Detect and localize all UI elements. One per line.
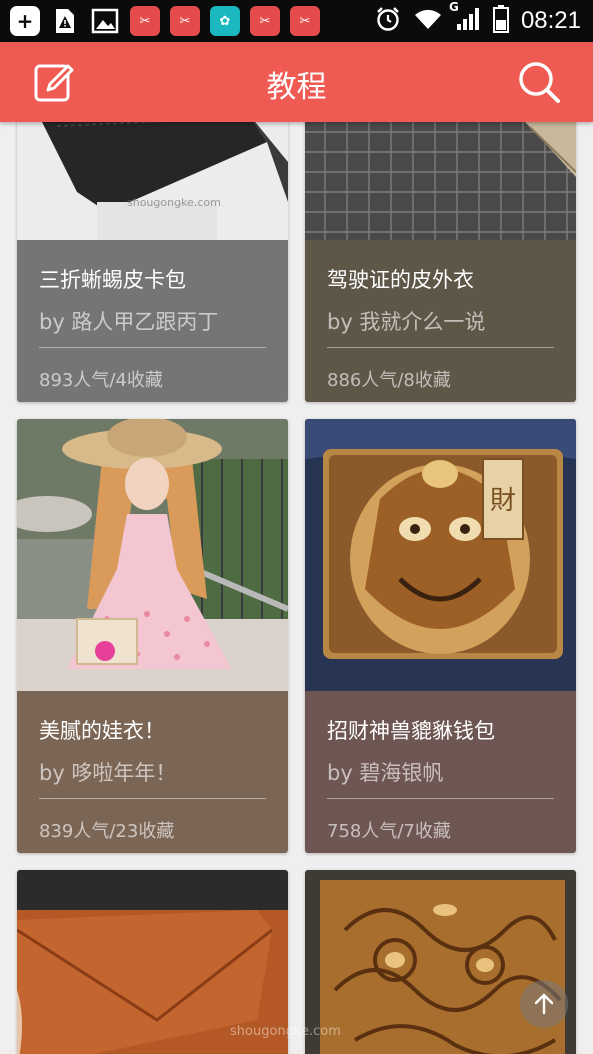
page-title: 教程: [266, 70, 327, 105]
svg-text:財: 財: [490, 486, 516, 516]
arrow-up-icon: [534, 993, 554, 1015]
card-author: by 碧海银帆: [327, 761, 444, 785]
card-stats: 839人气/23收藏: [39, 821, 175, 842]
notification-icons: + ✂ ✂ ✿ ✂ ✂: [10, 6, 320, 36]
card-author: by 哆啦年年！: [39, 761, 177, 785]
watermark: shougongke.com: [127, 196, 221, 209]
watermark: shougongke.com: [230, 1024, 341, 1039]
sd-warning-icon: [50, 6, 80, 36]
card-image: 財: [305, 419, 576, 691]
scissors-app-icon: ✂: [250, 6, 280, 36]
scroll-to-top-button[interactable]: [520, 980, 568, 1028]
alarm-icon: [375, 6, 401, 36]
gallery-icon: [90, 6, 120, 36]
card-image: [17, 419, 288, 691]
battery-icon: [492, 5, 509, 37]
card-stats: 758人气/7收藏: [327, 821, 451, 842]
scissors-app-icon: ✂: [290, 6, 320, 36]
card-divider: [327, 347, 554, 348]
card-info: 招财神兽貔貅钱包 by 碧海银帆 758人气/7收藏: [305, 691, 576, 853]
card-author: by 路人甲乙跟丙丁: [39, 310, 219, 334]
status-bar: + ✂ ✂ ✿ ✂ ✂ G 08:21: [0, 0, 593, 42]
wifi-icon: [413, 7, 443, 35]
search-icon: [519, 62, 560, 103]
card-stats: 893人气/4收藏: [39, 370, 163, 391]
card-info: 三折蜥蜴皮卡包 by 路人甲乙跟丙丁 893人气/4收藏: [17, 240, 288, 402]
system-icons: G 08:21: [375, 0, 581, 37]
tutorial-grid: shougongke.com 三折蜥蜴皮卡包 by 路人甲乙跟丙丁 893人气/…: [0, 122, 593, 1054]
card-info: 驾驶证的皮外衣 by 我就介么一说 886人气/8收藏: [305, 240, 576, 402]
tutorial-card[interactable]: 驾驶证的皮外衣 by 我就介么一说 886人气/8收藏: [305, 122, 576, 402]
card-divider: [327, 798, 554, 799]
tutorial-card[interactable]: shougongke.com 三折蜥蜴皮卡包 by 路人甲乙跟丙丁 893人气/…: [17, 122, 288, 402]
card-image: shougongke.com: [17, 122, 288, 240]
tutorial-card[interactable]: 美腻的娃衣！ by 哆啦年年！ 839人气/23收藏: [17, 419, 288, 853]
card-title: 招财神兽貔貅钱包: [327, 719, 495, 743]
card-divider: [39, 347, 266, 348]
search-button[interactable]: [515, 58, 563, 106]
card-image: [305, 122, 576, 240]
scissors-app-icon: ✂: [130, 6, 160, 36]
app-bar: 教程: [0, 42, 593, 122]
card-author: by 我就介么一说: [327, 310, 486, 334]
clock: 08:21: [520, 7, 581, 34]
tutorial-card[interactable]: 財 招财神兽貔貅钱包 by 碧海银帆 758人气/7收藏: [305, 419, 576, 853]
signal-icon: G: [449, 0, 481, 36]
plus-icon: +: [10, 6, 40, 36]
card-divider: [39, 798, 266, 799]
huawei-app-icon: ✿: [210, 6, 240, 36]
card-title: 三折蜥蜴皮卡包: [39, 268, 186, 292]
card-info: 美腻的娃衣！ by 哆啦年年！ 839人气/23收藏: [17, 691, 288, 853]
scissors-app-icon: ✂: [170, 6, 200, 36]
card-title: 驾驶证的皮外衣: [327, 268, 474, 292]
card-stats: 886人气/8收藏: [327, 370, 451, 391]
network-type-label: G: [448, 0, 459, 14]
card-title: 美腻的娃衣！: [39, 719, 165, 743]
